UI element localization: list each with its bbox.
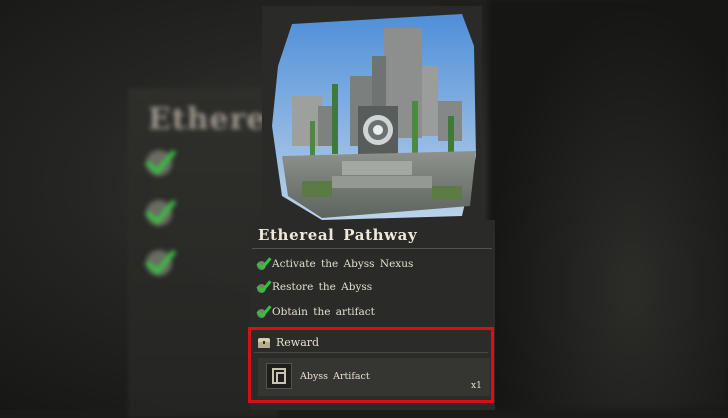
- reward-item-quantity: x1: [471, 381, 482, 391]
- check-icon: [256, 302, 272, 319]
- check-icon: [256, 277, 272, 294]
- background-check-icon: [146, 250, 172, 276]
- background-objective-row: [146, 250, 172, 276]
- reward-heading: Reward: [276, 336, 320, 349]
- background-check-icon: [146, 200, 172, 226]
- quest-location-image: [262, 6, 482, 226]
- background-right-blur: [488, 0, 728, 410]
- reward-item-row[interactable]: [258, 358, 490, 396]
- background-objective-row: [146, 200, 172, 226]
- title-divider: [252, 248, 492, 249]
- reward-item-name: Abyss Artifact: [300, 371, 370, 382]
- objective-label: Restore the Abyss: [272, 281, 373, 293]
- reward-divider: [254, 352, 488, 353]
- check-icon: [256, 254, 272, 271]
- objective-label: Activate the Abyss Nexus: [272, 258, 414, 270]
- objective-label: Obtain the artifact: [272, 306, 375, 318]
- chest-icon: [258, 337, 270, 348]
- reward-header: Reward: [258, 336, 319, 349]
- background-objective-row: [146, 150, 172, 176]
- background-check-icon: [146, 150, 172, 176]
- objective-item: Obtain the artifact: [256, 302, 375, 319]
- objective-item: Activate the Abyss Nexus: [256, 254, 414, 271]
- quest-title: Ethereal Pathway: [258, 226, 418, 244]
- artifact-icon: [266, 363, 292, 389]
- objective-item: Restore the Abyss: [256, 277, 373, 294]
